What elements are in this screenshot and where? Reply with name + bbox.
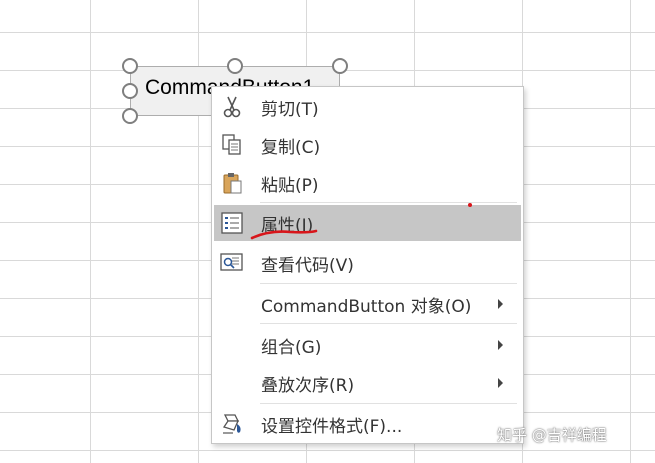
menu-item-label: 组合(G) (261, 337, 322, 358)
menu-separator (260, 202, 517, 203)
paste-icon (219, 171, 245, 195)
menu-item-label: 剪切(T) (261, 99, 319, 120)
copy-icon (219, 133, 245, 157)
resize-handle-bottom-left[interactable] (122, 108, 138, 124)
resize-handle-left[interactable] (122, 83, 138, 99)
watermark: 知乎 @吉祥编程 (497, 426, 607, 444)
menu-item-order[interactable]: 叠放次序(R) (214, 365, 521, 401)
menu-item-paste[interactable]: 粘贴(P) (214, 165, 521, 201)
menu-item-commandbutton-object[interactable]: CommandButton 对象(O) (214, 286, 521, 322)
red-underline-annotation (250, 229, 318, 240)
menu-item-label: CommandButton 对象(O) (261, 296, 472, 317)
submenu-arrow-icon (498, 340, 503, 350)
menu-item-format-control[interactable]: 设置控件格式(F)... (214, 406, 521, 442)
menu-separator (260, 403, 517, 404)
menu-item-copy[interactable]: 复制(C) (214, 127, 521, 163)
resize-handle-top-right[interactable] (332, 58, 348, 74)
menu-item-group[interactable]: 组合(G) (214, 327, 521, 363)
context-menu: 剪切(T) 复制(C) 粘贴(P) 属性(I) 查看代码(V) CommandB… (211, 86, 524, 444)
menu-separator (260, 283, 517, 284)
menu-item-label: 查看代码(V) (261, 255, 354, 276)
menu-item-label: 设置控件格式(F)... (261, 416, 403, 437)
menu-item-label: 复制(C) (261, 137, 321, 158)
menu-item-label: 粘贴(P) (261, 175, 319, 196)
resize-handle-top-left[interactable] (122, 58, 138, 74)
resize-handle-top[interactable] (227, 58, 243, 74)
format-control-icon (219, 412, 245, 436)
menu-item-cut[interactable]: 剪切(T) (214, 89, 521, 125)
menu-separator (260, 323, 517, 324)
view-code-icon (219, 251, 245, 275)
submenu-arrow-icon (498, 299, 503, 309)
properties-icon (219, 211, 245, 235)
menu-item-view-code[interactable]: 查看代码(V) (214, 245, 521, 281)
submenu-arrow-icon (498, 378, 503, 388)
menu-item-label: 叠放次序(R) (261, 375, 355, 396)
red-dot-annotation (468, 203, 472, 207)
scissors-icon (219, 95, 245, 119)
